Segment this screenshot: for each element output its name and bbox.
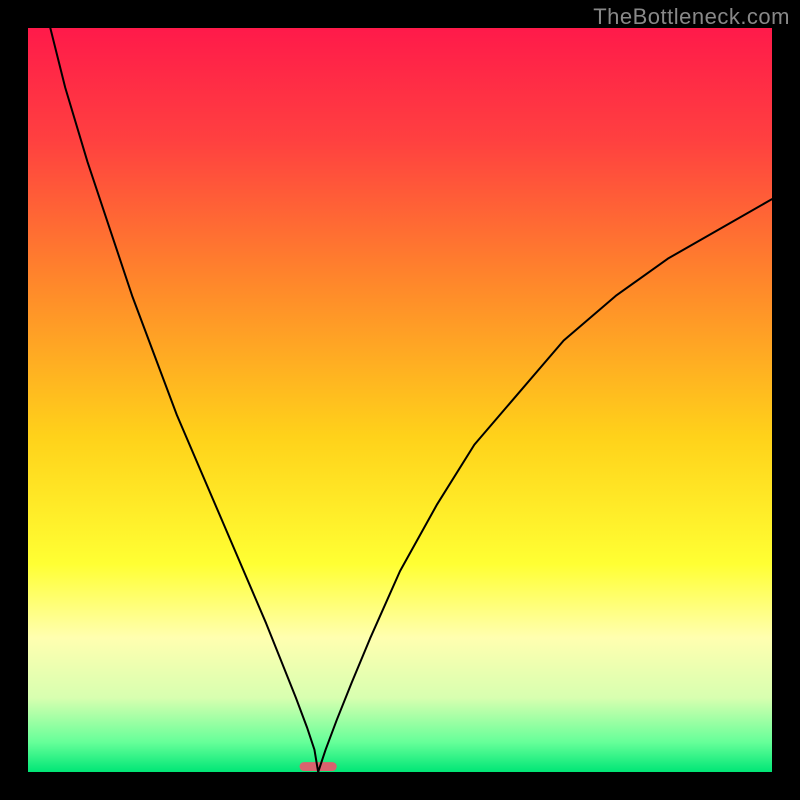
chart-container: TheBottleneck.com [0, 0, 800, 800]
gradient-background [28, 28, 772, 772]
plot-area [28, 28, 772, 772]
chart-svg [28, 28, 772, 772]
watermark-text: TheBottleneck.com [593, 4, 790, 30]
